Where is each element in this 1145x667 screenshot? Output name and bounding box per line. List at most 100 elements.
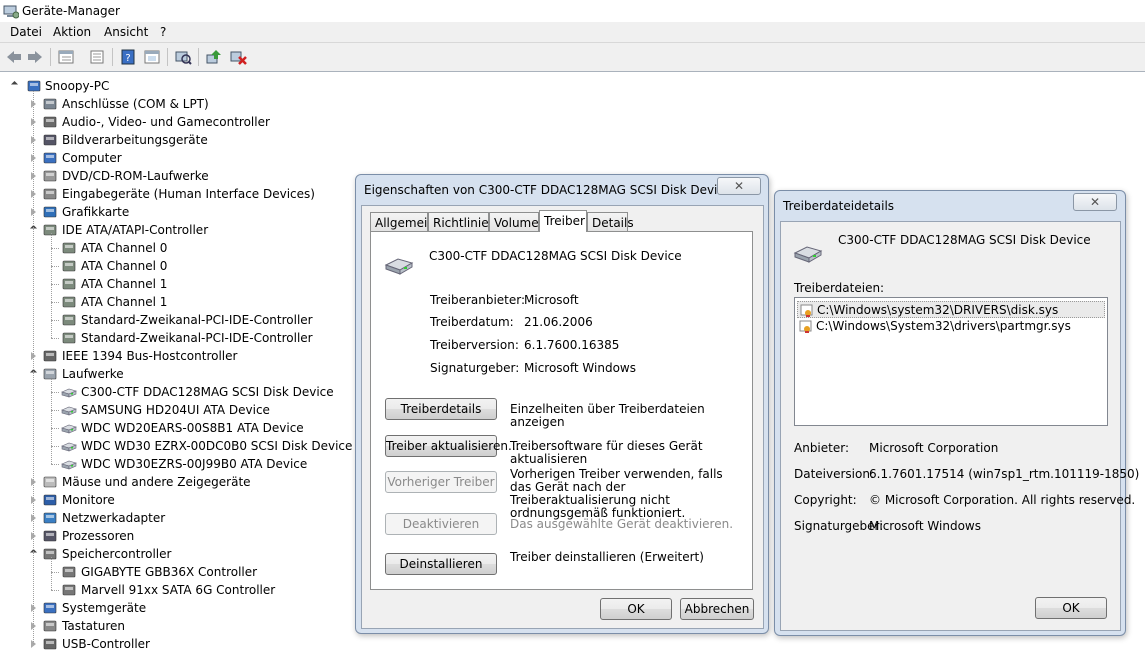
tree-device-label: GIGABYTE GBB36X Controller — [81, 565, 258, 579]
props-device-name: C300-CTF DDAC128MAG SCSI Disk Device — [429, 249, 682, 263]
details-ok-button[interactable]: OK — [1035, 597, 1107, 619]
update-driver-icon[interactable] — [205, 49, 223, 65]
tree-category-label: Netzwerkadapter — [62, 511, 166, 525]
props-ok-button[interactable]: OK — [600, 598, 672, 620]
port-icon — [43, 98, 57, 110]
details-value-copyright: © Microsoft Corporation. All rights rese… — [869, 493, 1136, 507]
details-panel: C300-CTF DDAC128MAG SCSI Disk Device Tre… — [780, 221, 1139, 631]
collapse-arrow-icon[interactable] — [10, 80, 19, 89]
field-label-signer: Signaturgeber: — [430, 361, 520, 375]
signed-file-icon — [799, 320, 812, 333]
update-driver-button[interactable]: Treiber aktualisieren... — [385, 435, 519, 457]
uninstall-icon[interactable] — [229, 49, 247, 65]
hid-icon — [43, 188, 57, 200]
field-value-version: 6.1.7600.16385 — [524, 338, 620, 352]
tree-category-label: IEEE 1394 Bus-Hostcontroller — [62, 349, 238, 363]
tree-category-label: USB-Controller — [62, 637, 150, 651]
forward-icon[interactable] — [26, 49, 44, 65]
back-icon[interactable] — [5, 49, 23, 65]
driver-files-list[interactable]: C:\Windows\system32\DRIVERS\disk.sys C:\… — [794, 297, 1108, 426]
details-close-button[interactable]: ✕ — [1073, 193, 1117, 211]
rollback-driver-desc: Vorherigen Treiber verwenden, falls das … — [510, 467, 723, 520]
details-label-file-version: Dateiversion: — [794, 467, 875, 481]
driver-details-desc: Einzelheiten über Treiberdateien anzeige… — [510, 402, 705, 429]
menu-bar: Datei Aktion Ansicht ? — [0, 22, 1145, 43]
tab-treiber[interactable]: Treiber — [539, 210, 587, 232]
tree-device-label: Marvell 91xx SATA 6G Controller — [81, 583, 276, 597]
details-label-provider: Anbieter: — [794, 441, 850, 455]
rollback-driver-button[interactable]: Vorheriger Treiber — [385, 471, 497, 493]
computer-icon — [27, 80, 41, 92]
properties-view-icon[interactable] — [57, 49, 75, 65]
tab-richtlinien[interactable]: Richtlinien — [428, 212, 496, 232]
tree-category-label: DVD/CD-ROM-Laufwerke — [62, 169, 209, 183]
uninstall-driver-desc: Treiber deinstallieren (Erweitert) — [510, 550, 704, 564]
disable-device-desc: Das ausgewählte Gerät deaktivieren. — [510, 517, 734, 531]
tree-category-label: Eingabegeräte (Human Interface Devices) — [62, 187, 315, 201]
tree-device-label: ATA Channel 0 — [81, 241, 168, 255]
network-icon — [43, 512, 57, 524]
show-hidden-icon[interactable] — [143, 49, 161, 65]
field-value-provider: Microsoft — [524, 293, 579, 307]
ide-icon — [43, 224, 57, 236]
tree-category-label: Grafikkarte — [62, 205, 130, 219]
mouse-icon — [43, 476, 57, 488]
driver-file-row[interactable]: C:\Windows\system32\DRIVERS\disk.sys — [797, 301, 1105, 318]
tree-device-label: ATA Channel 1 — [81, 295, 168, 309]
details-value-provider: Microsoft Corporation — [869, 441, 999, 455]
scan-hardware-icon[interactable] — [174, 49, 192, 65]
disk-drive-icon — [61, 442, 77, 452]
menu-datei[interactable]: Datei — [10, 25, 42, 39]
tree-category-label: Computer — [62, 151, 122, 165]
tab-allgemein[interactable]: Allgemein — [370, 212, 435, 232]
driver-file-row[interactable]: C:\Windows\System32\drivers\partmgr.sys — [797, 318, 1105, 335]
usb-icon — [43, 638, 57, 650]
storage-controller-icon — [62, 566, 76, 578]
tree-category-label: Anschlüsse (COM & LPT) — [62, 97, 209, 111]
menu-ansicht[interactable]: Ansicht — [104, 25, 148, 39]
tree-device-label: Standard-Zweikanal-PCI-IDE-Controller — [81, 313, 313, 327]
tree-root-label: Snoopy-PC — [45, 79, 110, 93]
menu-aktion[interactable]: Aktion — [53, 25, 91, 39]
ide-channel-icon — [62, 242, 76, 254]
details-device-name: C300-CTF DDAC128MAG SCSI Disk Device — [838, 233, 1091, 247]
disk-drive-icon — [61, 406, 77, 416]
disk-drive-icon — [61, 424, 77, 434]
details-value-signer: Microsoft Windows — [869, 519, 981, 533]
tree-device-label: C300-CTF DDAC128MAG SCSI Disk Device — [81, 385, 334, 399]
tree-device-label: SAMSUNG HD204UI ATA Device — [81, 403, 270, 417]
help-icon[interactable]: ? — [119, 49, 137, 65]
toolbar: ? — [0, 43, 1145, 72]
computer-icon — [43, 152, 57, 164]
tab-details[interactable]: Details — [587, 212, 634, 232]
cpu-icon — [43, 530, 57, 542]
ide-channel-icon — [62, 260, 76, 272]
disable-device-button[interactable]: Deaktivieren — [385, 513, 497, 535]
driver-details-button[interactable]: Treiberdetails — [385, 398, 497, 420]
tree-device-label: Standard-Zweikanal-PCI-IDE-Controller — [81, 331, 313, 345]
update-driver-desc: Treibersoftware für dieses Gerät aktuali… — [510, 439, 703, 466]
tree-device-label: WDC WD30EZRS-00J99B0 ATA Device — [81, 457, 308, 471]
driver-tab-body: C300-CTF DDAC128MAG SCSI Disk Device Tre… — [370, 231, 753, 590]
tree-category-label: Tastaturen — [62, 619, 125, 633]
disk-drive-icon — [61, 460, 77, 470]
menu-help[interactable]: ? — [160, 25, 166, 39]
field-value-date: 21.06.2006 — [524, 315, 593, 329]
properties-close-button[interactable]: ✕ — [717, 177, 761, 195]
dvd-icon — [43, 170, 57, 182]
tree-category-label: Speichercontroller — [62, 547, 172, 561]
props-cancel-button[interactable]: Abbrechen — [680, 598, 754, 620]
tree-category-label: Mäuse und andere Zeigegeräte — [62, 475, 251, 489]
tree-device-label: ATA Channel 1 — [81, 277, 168, 291]
list-view-icon[interactable] — [88, 49, 106, 65]
display-adapter-icon — [43, 206, 57, 218]
keyboard-icon — [43, 620, 57, 632]
uninstall-driver-button[interactable]: Deinstallieren — [385, 553, 497, 575]
ide-channel-icon — [62, 278, 76, 290]
speaker-icon — [43, 116, 57, 128]
tab-volumes[interactable]: Volumes — [489, 212, 545, 232]
tree-device-label: ATA Channel 0 — [81, 259, 168, 273]
disk-icon — [43, 368, 57, 380]
ide-channel-icon — [62, 314, 76, 326]
field-value-signer: Microsoft Windows — [524, 361, 636, 375]
